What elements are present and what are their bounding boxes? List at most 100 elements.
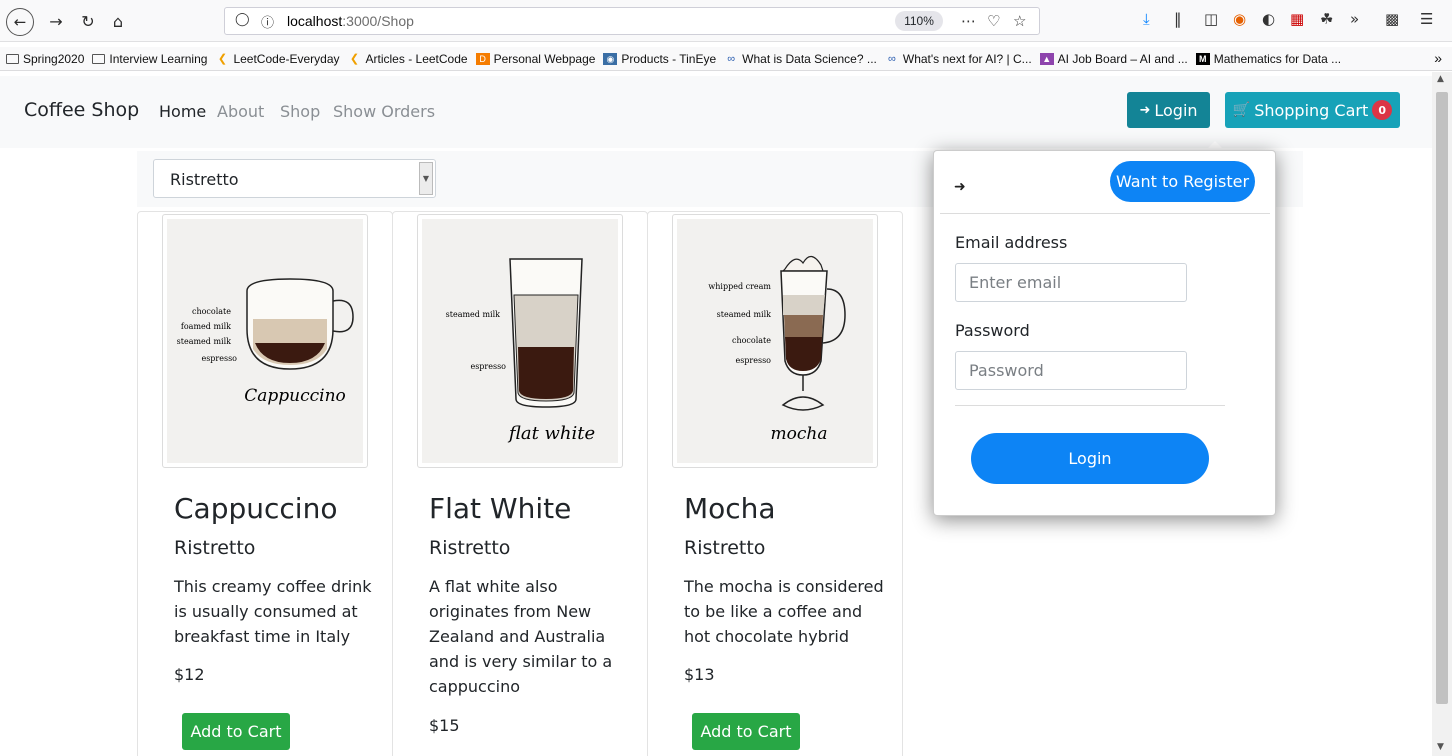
sign-in-icon: ➜ bbox=[954, 179, 966, 195]
bookmark-item[interactable]: Spring2020 bbox=[6, 52, 84, 66]
overflow-chevron-icon[interactable]: » bbox=[1350, 10, 1359, 28]
bookmark-item[interactable]: ❮ LeetCode-Everyday bbox=[215, 52, 340, 66]
tineye-icon: ◉ bbox=[603, 52, 618, 65]
info-icon[interactable]: ⓘ bbox=[261, 12, 274, 31]
cappuccino-layer-label: steamed milk bbox=[177, 337, 232, 346]
more-actions-icon[interactable]: ⋯ bbox=[961, 12, 976, 30]
extension-puzzle-icon[interactable]: ☘ bbox=[1320, 10, 1333, 28]
address-bar[interactable]: ◯ ⓘ localhost:3000/Shop 110% ⋯ ♡ ☆ bbox=[224, 7, 1040, 35]
browser-toolbar: ← → ↻ ⌂ ◯ ⓘ localhost:3000/Shop 110% ⋯ ♡… bbox=[0, 0, 1452, 42]
app-navbar: Coffee Shop Home About Shop Show Orders … bbox=[0, 76, 1432, 148]
webpage-icon: D bbox=[475, 52, 490, 65]
product-card: steamed milk espresso flat white Flat Wh… bbox=[392, 211, 648, 756]
add-to-cart-button[interactable]: Add to Cart bbox=[692, 713, 800, 750]
nav-shop[interactable]: Shop bbox=[280, 102, 320, 121]
pocket-icon[interactable]: ♡ bbox=[987, 12, 1000, 30]
divider bbox=[955, 405, 1225, 406]
login-label: Login bbox=[1154, 100, 1198, 120]
library-icon[interactable]: ‖ bbox=[1174, 10, 1182, 28]
url-text[interactable]: localhost:3000/Shop bbox=[287, 13, 414, 29]
back-arrow-icon[interactable]: ← bbox=[6, 8, 34, 36]
email-field[interactable] bbox=[955, 263, 1187, 302]
bookmark-item[interactable]: Interview Learning bbox=[92, 52, 207, 66]
product-price: $13 bbox=[684, 665, 715, 684]
flat-white-script-label: flat white bbox=[507, 423, 595, 444]
login-submit-button[interactable]: Login bbox=[971, 433, 1209, 484]
extensions-icon[interactable]: ▩ bbox=[1385, 10, 1399, 28]
product-type: Ristretto bbox=[684, 537, 766, 559]
product-type: Ristretto bbox=[174, 537, 256, 559]
cart-icon: 🛒 bbox=[1232, 102, 1251, 118]
bookmark-item[interactable]: ∞ What's next for AI? | C... bbox=[885, 52, 1032, 66]
chevron-down-icon[interactable]: ▼ bbox=[419, 162, 433, 195]
mocha-layer-label: steamed milk bbox=[717, 310, 772, 319]
zoom-badge[interactable]: 110% bbox=[895, 11, 943, 31]
product-card: chocolate foamed milk steamed milk espre… bbox=[137, 211, 393, 756]
scroll-down-icon[interactable]: ▼ bbox=[1437, 742, 1444, 752]
login-popover: ➜ Want to Register Email address Passwor… bbox=[933, 150, 1276, 516]
forward-arrow-icon[interactable]: → bbox=[44, 9, 68, 33]
cappuccino-illustration: chocolate foamed milk steamed milk espre… bbox=[177, 278, 354, 406]
bookmark-item[interactable]: ▲ AI Job Board – AI and ... bbox=[1039, 52, 1188, 66]
bookmark-item[interactable]: ∞ What is Data Science? ... bbox=[724, 52, 877, 66]
product-title: Flat White bbox=[429, 492, 572, 525]
product-type: Ristretto bbox=[429, 537, 511, 559]
brand[interactable]: Coffee Shop bbox=[24, 99, 139, 121]
password-label: Password bbox=[955, 321, 1030, 340]
mocha-layer-label: espresso bbox=[735, 356, 771, 365]
mocha-layer-label: whipped cream bbox=[708, 282, 771, 291]
email-label: Email address bbox=[955, 233, 1068, 252]
infinity-icon: ∞ bbox=[887, 52, 896, 65]
cappuccino-layer-label: foamed milk bbox=[181, 322, 231, 331]
bookmarks-bar: Spring2020 Interview Learning ❮ LeetCode-… bbox=[0, 47, 1452, 71]
nav-show-orders[interactable]: Show Orders bbox=[333, 102, 435, 121]
mocha-illustration: whipped cream steamed milk chocolate esp… bbox=[708, 255, 846, 444]
extension-icon[interactable]: ◉ bbox=[1233, 10, 1246, 28]
bookmark-item[interactable]: ◉ Products - TinEye bbox=[603, 52, 716, 66]
cart-label: Shopping Cart bbox=[1254, 100, 1369, 120]
bookmark-item[interactable]: M Mathematics for Data ... bbox=[1195, 52, 1341, 66]
infinity-icon: ∞ bbox=[727, 52, 736, 65]
sign-in-icon: ➜ bbox=[1139, 102, 1151, 118]
page-scrollbar[interactable]: ▲ ▼ bbox=[1432, 72, 1452, 756]
select-value: Ristretto bbox=[170, 170, 239, 189]
reload-icon[interactable]: ↻ bbox=[76, 9, 100, 33]
cappuccino-layer-label: chocolate bbox=[192, 307, 231, 316]
product-description: This creamy coffee drink is usually cons… bbox=[174, 577, 372, 646]
product-image: chocolate foamed milk steamed milk espre… bbox=[162, 214, 368, 468]
coffee-type-select[interactable]: Ristretto ▼ bbox=[153, 159, 436, 198]
product-title: Mocha bbox=[684, 492, 776, 525]
cappuccino-script-label: Cappuccino bbox=[244, 386, 346, 406]
extension-red-icon[interactable]: ▦ bbox=[1290, 10, 1304, 28]
shield-icon[interactable]: ◯ bbox=[235, 12, 250, 27]
download-icon[interactable]: ⤓ bbox=[1143, 10, 1150, 28]
product-image: steamed milk espresso flat white bbox=[417, 214, 623, 468]
bookmark-item[interactable]: D Personal Webpage bbox=[475, 52, 595, 66]
product-price: $12 bbox=[174, 665, 205, 684]
leetcode-icon: ❮ bbox=[217, 52, 228, 65]
register-button[interactable]: Want to Register bbox=[1110, 161, 1255, 202]
medium-icon: M bbox=[1195, 52, 1210, 65]
cappuccino-layer-label: espresso bbox=[201, 354, 237, 363]
sidebar-icon[interactable]: ◫ bbox=[1204, 10, 1218, 28]
bookmark-item[interactable]: ❮ Articles - LeetCode bbox=[348, 52, 468, 66]
flat-white-illustration: steamed milk espresso flat white bbox=[446, 258, 595, 444]
menu-icon[interactable]: ☰ bbox=[1420, 10, 1433, 28]
bookmark-star-icon[interactable]: ☆ bbox=[1013, 12, 1026, 30]
leetcode-icon: ❮ bbox=[349, 52, 360, 65]
nav-home[interactable]: Home bbox=[159, 102, 206, 121]
cart-count-badge: 0 bbox=[1372, 100, 1393, 120]
scroll-up-icon[interactable]: ▲ bbox=[1437, 74, 1444, 84]
nav-about[interactable]: About bbox=[217, 102, 264, 121]
add-to-cart-button[interactable]: Add to Cart bbox=[182, 713, 290, 750]
bookmarks-overflow-icon[interactable]: » bbox=[1434, 50, 1442, 66]
product-image: whipped cream steamed milk chocolate esp… bbox=[672, 214, 878, 468]
shopping-cart-button[interactable]: 🛒 Shopping Cart 0 bbox=[1225, 92, 1400, 128]
scroll-thumb[interactable] bbox=[1436, 92, 1448, 704]
home-icon[interactable]: ⌂ bbox=[106, 9, 130, 33]
account-icon[interactable]: ◐ bbox=[1262, 10, 1275, 28]
password-field[interactable] bbox=[955, 351, 1187, 390]
login-button[interactable]: ➜ Login bbox=[1127, 92, 1210, 128]
folder-icon bbox=[92, 53, 106, 64]
folder-icon bbox=[6, 53, 19, 64]
